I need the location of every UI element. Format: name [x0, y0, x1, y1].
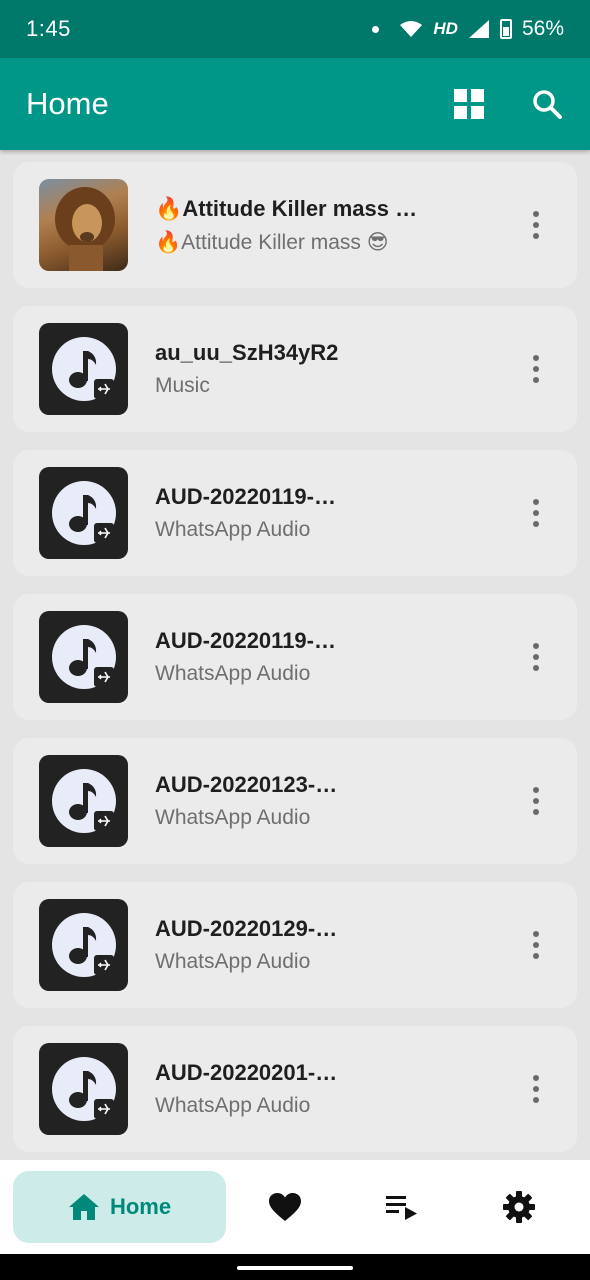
status-time: 1:45: [26, 16, 71, 41]
song-list: 🔥Attitude Killer mass … 🔥Attitude Killer…: [0, 150, 590, 1160]
album-art: [39, 899, 128, 991]
song-subtitle: WhatsApp Audio: [155, 806, 311, 829]
song-subtitle: WhatsApp Audio: [155, 950, 311, 973]
grid-view-icon: [454, 89, 484, 119]
song-title: au_uu_SzH34yR2: [155, 340, 339, 365]
gesture-bar: [0, 1254, 590, 1280]
airplane-icon: [98, 1103, 110, 1115]
bottom-navigation: Home: [0, 1160, 590, 1254]
grid-view-button[interactable]: [452, 87, 486, 121]
lion-image: [55, 187, 115, 271]
album-art: [39, 1043, 128, 1135]
song-subtitle: WhatsApp Audio: [155, 518, 311, 541]
wifi-icon: [400, 21, 423, 37]
song-title: AUD-20220123-…: [155, 772, 338, 797]
song-subtitle: WhatsApp Audio: [155, 662, 311, 685]
home-icon: [68, 1194, 99, 1220]
more-options-button[interactable]: [521, 920, 551, 970]
more-options-button[interactable]: [521, 200, 551, 250]
nav-home-label: Home: [109, 1194, 172, 1219]
battery-percent: 56%: [521, 17, 564, 40]
list-item[interactable]: 🔥Attitude Killer mass … 🔥Attitude Killer…: [13, 162, 577, 288]
more-options-button[interactable]: [521, 344, 551, 394]
airplane-icon: [98, 959, 110, 971]
song-title: AUD-20220119-…: [155, 628, 336, 653]
more-options-button[interactable]: [521, 488, 551, 538]
song-subtitle: Music: [155, 374, 210, 397]
more-options-button[interactable]: [521, 1064, 551, 1114]
notification-dot-icon: [372, 25, 380, 33]
battery-icon: [499, 19, 512, 39]
settings-icon: [502, 1191, 535, 1223]
signal-icon: [468, 20, 489, 38]
list-item[interactable]: au_uu_SzH34yR2 Music: [13, 306, 577, 432]
airplane-icon: [98, 815, 110, 827]
list-item[interactable]: AUD-20220129-… WhatsApp Audio: [13, 882, 577, 1008]
page-title: Home: [26, 86, 109, 121]
heart-icon: [268, 1193, 301, 1221]
album-art: [39, 179, 128, 271]
status-bar: 1:45 HD 56%: [0, 0, 590, 58]
home-indicator[interactable]: [237, 1266, 353, 1270]
nav-favorites-tab[interactable]: [226, 1171, 343, 1243]
nav-settings-tab[interactable]: [460, 1171, 577, 1243]
list-item[interactable]: AUD-20220119-… WhatsApp Audio: [13, 594, 577, 720]
airplane-icon: [98, 383, 110, 395]
album-art: [39, 755, 128, 847]
song-title: AUD-20220119-…: [155, 484, 336, 509]
more-options-button[interactable]: [521, 632, 551, 682]
search-button[interactable]: [530, 87, 564, 121]
song-title: 🔥Attitude Killer mass …: [155, 195, 418, 221]
network-type: HD: [433, 19, 458, 38]
album-art: [39, 323, 128, 415]
album-art: [39, 611, 128, 703]
airplane-icon: [98, 671, 110, 683]
list-item[interactable]: AUD-20220119-… WhatsApp Audio: [13, 450, 577, 576]
list-item[interactable]: AUD-20220123-… WhatsApp Audio: [13, 738, 577, 864]
album-art: [39, 467, 128, 559]
more-options-button[interactable]: [521, 776, 551, 826]
nav-playlist-tab[interactable]: [343, 1171, 460, 1243]
app-bar: Home: [0, 58, 590, 150]
song-title: AUD-20220201-…: [155, 1060, 338, 1085]
search-icon: [533, 90, 562, 119]
song-subtitle: 🔥Attitude Killer mass 😎: [155, 230, 389, 254]
nav-home-tab[interactable]: Home: [13, 1171, 226, 1243]
song-subtitle: WhatsApp Audio: [155, 1094, 311, 1117]
status-icons: HD 56%: [372, 17, 564, 41]
airplane-icon: [98, 527, 110, 539]
playlist-icon: [385, 1196, 417, 1220]
list-item[interactable]: AUD-20220201-… WhatsApp Audio: [13, 1026, 577, 1152]
song-title: AUD-20220129-…: [155, 916, 338, 941]
